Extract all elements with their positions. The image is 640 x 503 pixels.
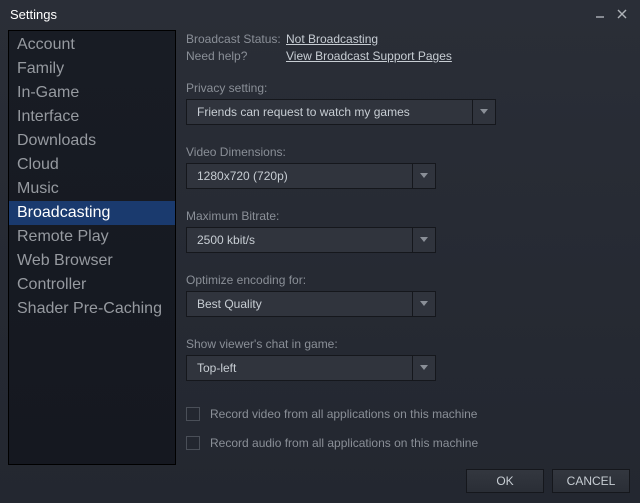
sidebar-item-remote-play[interactable]: Remote Play: [9, 225, 175, 249]
encoding-select[interactable]: Best Quality: [186, 291, 436, 317]
record-video-row: Record video from all applications on th…: [186, 407, 628, 421]
chat-select[interactable]: Top-left: [186, 355, 436, 381]
sidebar-item-cloud[interactable]: Cloud: [9, 153, 175, 177]
bitrate-label: Maximum Bitrate:: [186, 209, 628, 223]
sidebar-item-shader-pre-caching[interactable]: Shader Pre-Caching: [9, 297, 175, 321]
chevron-down-icon: [412, 163, 436, 189]
dimensions-select[interactable]: 1280x720 (720p): [186, 163, 436, 189]
record-audio-label: Record audio from all applications on th…: [210, 436, 478, 450]
bitrate-value: 2500 kbit/s: [186, 227, 412, 253]
help-row: Need help? View Broadcast Support Pages: [186, 49, 628, 63]
chevron-down-icon: [412, 355, 436, 381]
privacy-value: Friends can request to watch my games: [186, 99, 472, 125]
help-label: Need help?: [186, 49, 286, 63]
sidebar-item-family[interactable]: Family: [9, 57, 175, 81]
content-panel: Broadcast Status: Not Broadcasting Need …: [186, 30, 632, 465]
dimensions-value: 1280x720 (720p): [186, 163, 412, 189]
record-video-checkbox[interactable]: [186, 407, 200, 421]
close-button[interactable]: [614, 6, 630, 22]
sidebar-item-in-game[interactable]: In-Game: [9, 81, 175, 105]
privacy-label: Privacy setting:: [186, 81, 628, 95]
titlebar: Settings: [0, 0, 640, 24]
chevron-down-icon: [412, 291, 436, 317]
sidebar-item-account[interactable]: Account: [9, 33, 175, 57]
footer: OK CANCEL: [0, 465, 640, 503]
sidebar-item-interface[interactable]: Interface: [9, 105, 175, 129]
settings-window: Settings AccountFamilyIn-GameInterfaceDo…: [0, 0, 640, 503]
sidebar-item-music[interactable]: Music: [9, 177, 175, 201]
chat-label: Show viewer's chat in game:: [186, 337, 628, 351]
record-audio-row: Record audio from all applications on th…: [186, 436, 628, 450]
record-video-label: Record video from all applications on th…: [210, 407, 477, 421]
ok-button[interactable]: OK: [466, 469, 544, 493]
sidebar-item-broadcasting[interactable]: Broadcasting: [9, 201, 175, 225]
chevron-down-icon: [412, 227, 436, 253]
broadcast-status-link[interactable]: Not Broadcasting: [286, 32, 378, 46]
help-link[interactable]: View Broadcast Support Pages: [286, 49, 452, 63]
chevron-down-icon: [472, 99, 496, 125]
sidebar-item-controller[interactable]: Controller: [9, 273, 175, 297]
encoding-label: Optimize encoding for:: [186, 273, 628, 287]
dimensions-label: Video Dimensions:: [186, 145, 628, 159]
sidebar-item-downloads[interactable]: Downloads: [9, 129, 175, 153]
record-audio-checkbox[interactable]: [186, 436, 200, 450]
encoding-value: Best Quality: [186, 291, 412, 317]
bitrate-select[interactable]: 2500 kbit/s: [186, 227, 436, 253]
sidebar-item-web-browser[interactable]: Web Browser: [9, 249, 175, 273]
privacy-select[interactable]: Friends can request to watch my games: [186, 99, 496, 125]
broadcast-status-row: Broadcast Status: Not Broadcasting: [186, 32, 628, 46]
minimize-button[interactable]: [592, 6, 608, 22]
cancel-button[interactable]: CANCEL: [552, 469, 630, 493]
chat-value: Top-left: [186, 355, 412, 381]
broadcast-status-label: Broadcast Status:: [186, 32, 286, 46]
window-title: Settings: [10, 7, 57, 22]
sidebar: AccountFamilyIn-GameInterfaceDownloadsCl…: [8, 30, 176, 465]
